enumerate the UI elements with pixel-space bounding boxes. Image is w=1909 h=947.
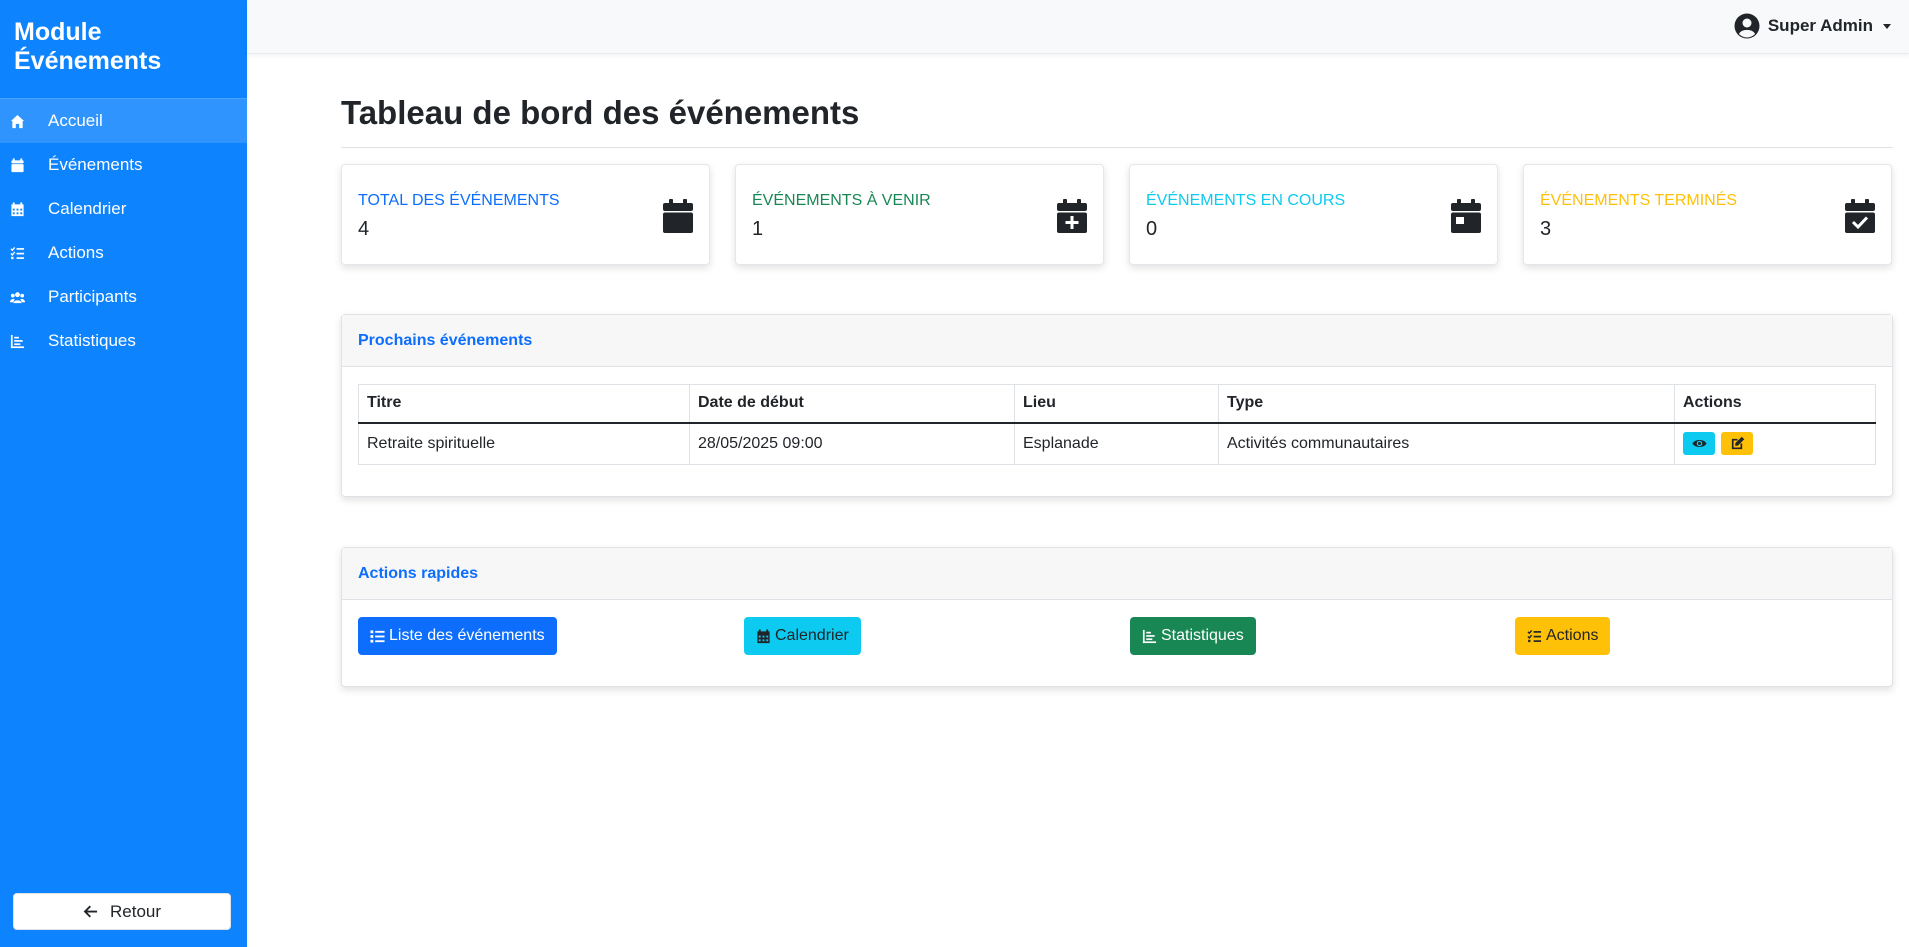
calendar-icon	[663, 199, 693, 233]
column-header: Lieu	[1014, 384, 1219, 424]
stat-value: 3	[1540, 218, 1552, 240]
stat-label: Total des événements	[358, 192, 560, 209]
column-header: Date de début	[689, 384, 1015, 424]
button-label: Liste des événements	[389, 627, 545, 644]
stat-value: 4	[358, 218, 370, 240]
edit-button[interactable]	[1721, 432, 1754, 456]
stat-card-ongoing: Événements en cours 0	[1129, 164, 1498, 265]
cell-titre: Retraite spirituelle	[358, 422, 690, 465]
events-table: Titre Date de début Lieu Type Actions Re…	[358, 384, 1876, 465]
table-row: Retraite spirituelle 28/05/2025 09:00 Es…	[358, 422, 1876, 465]
sidebar-item-label: Calendrier	[48, 199, 127, 218]
statistics-button[interactable]: Statistiques	[1130, 617, 1256, 655]
sidebar-item-participants[interactable]: Participants	[0, 275, 247, 319]
sidebar: Module Événements Accueil Événements Cal…	[0, 0, 247, 947]
page-title: Tableau de bord des événements	[341, 94, 860, 131]
list-check-icon	[1527, 629, 1542, 642]
sidebar-item-calendrier[interactable]: Calendrier	[0, 187, 247, 231]
stat-card-upcoming: Événements à venir 1	[735, 164, 1104, 265]
back-button[interactable]: Retour	[13, 893, 231, 930]
sidebar-item-accueil[interactable]: Accueil	[0, 99, 247, 143]
stat-value: 0	[1146, 218, 1158, 240]
sidebar-item-label: Accueil	[48, 111, 103, 130]
back-button-label: Retour	[109, 901, 162, 921]
user-circle-icon	[1734, 13, 1760, 39]
user-menu[interactable]: Super Admin	[1734, 13, 1891, 39]
actions-button[interactable]: Actions	[1515, 617, 1611, 655]
list-check-icon	[10, 245, 38, 261]
quick-actions-panel: Actions rapides Liste des événements Cal…	[341, 547, 1893, 687]
stat-label: Événements terminés	[1540, 192, 1738, 209]
calendar-button[interactable]: Calendrier	[744, 617, 861, 655]
sidebar-item-statistiques[interactable]: Statistiques	[0, 319, 247, 363]
sidebar-item-label: Statistiques	[48, 331, 136, 350]
panel-title: Prochains événements	[342, 315, 1892, 367]
list-icon	[370, 629, 385, 643]
column-header: Type	[1218, 384, 1675, 424]
user-name: Super Admin	[1767, 16, 1873, 35]
cell-actions	[1674, 422, 1876, 465]
cell-date: 28/05/2025 09:00	[689, 422, 1015, 465]
cell-lieu: Esplanade	[1014, 422, 1219, 465]
top-navbar: Super Admin	[247, 0, 1909, 54]
chart-bar-icon	[10, 333, 38, 349]
column-header: Titre	[358, 384, 690, 424]
cell-type: Activités communautaires	[1218, 422, 1675, 465]
column-header: Actions	[1674, 384, 1876, 424]
users-icon	[10, 289, 38, 305]
calendar-grid-icon	[757, 628, 770, 643]
upcoming-events-panel: Prochains événements Titre Date de début…	[341, 314, 1893, 497]
home-icon	[10, 113, 38, 129]
sidebar-item-label: Actions	[48, 243, 104, 262]
sidebar-item-actions[interactable]: Actions	[0, 231, 247, 275]
table-header-row: Titre Date de début Lieu Type Actions	[358, 384, 1876, 424]
panel-title: Actions rapides	[342, 548, 1892, 600]
stat-label: Événements à venir	[752, 192, 931, 209]
calendar-day-icon	[1451, 199, 1481, 233]
stat-card-finished: Événements terminés 3	[1523, 164, 1892, 265]
stat-label: Événements en cours	[1146, 192, 1346, 209]
sidebar-item-label: Participants	[48, 287, 137, 306]
stat-card-total: Total des événements 4	[341, 164, 710, 265]
events-list-button[interactable]: Liste des événements	[358, 617, 557, 655]
stat-value: 1	[752, 218, 764, 240]
button-label: Statistiques	[1161, 627, 1244, 644]
calendar-grid-icon	[10, 201, 38, 217]
view-button[interactable]	[1683, 432, 1715, 456]
edit-icon	[1731, 437, 1745, 450]
divider	[341, 147, 1893, 148]
button-label: Calendrier	[775, 627, 849, 644]
brand-title: Module Événements	[0, 0, 247, 99]
sidebar-item-evenements[interactable]: Événements	[0, 143, 247, 187]
calendar-icon	[10, 157, 38, 173]
chevron-down-icon	[1883, 23, 1891, 29]
calendar-check-icon	[1845, 199, 1875, 233]
arrow-left-icon	[83, 905, 98, 918]
calendar-plus-icon	[1057, 199, 1087, 233]
eye-icon	[1691, 440, 1707, 448]
sidebar-item-label: Événements	[48, 155, 143, 174]
button-label: Actions	[1546, 627, 1599, 644]
chart-bar-icon	[1142, 629, 1157, 643]
